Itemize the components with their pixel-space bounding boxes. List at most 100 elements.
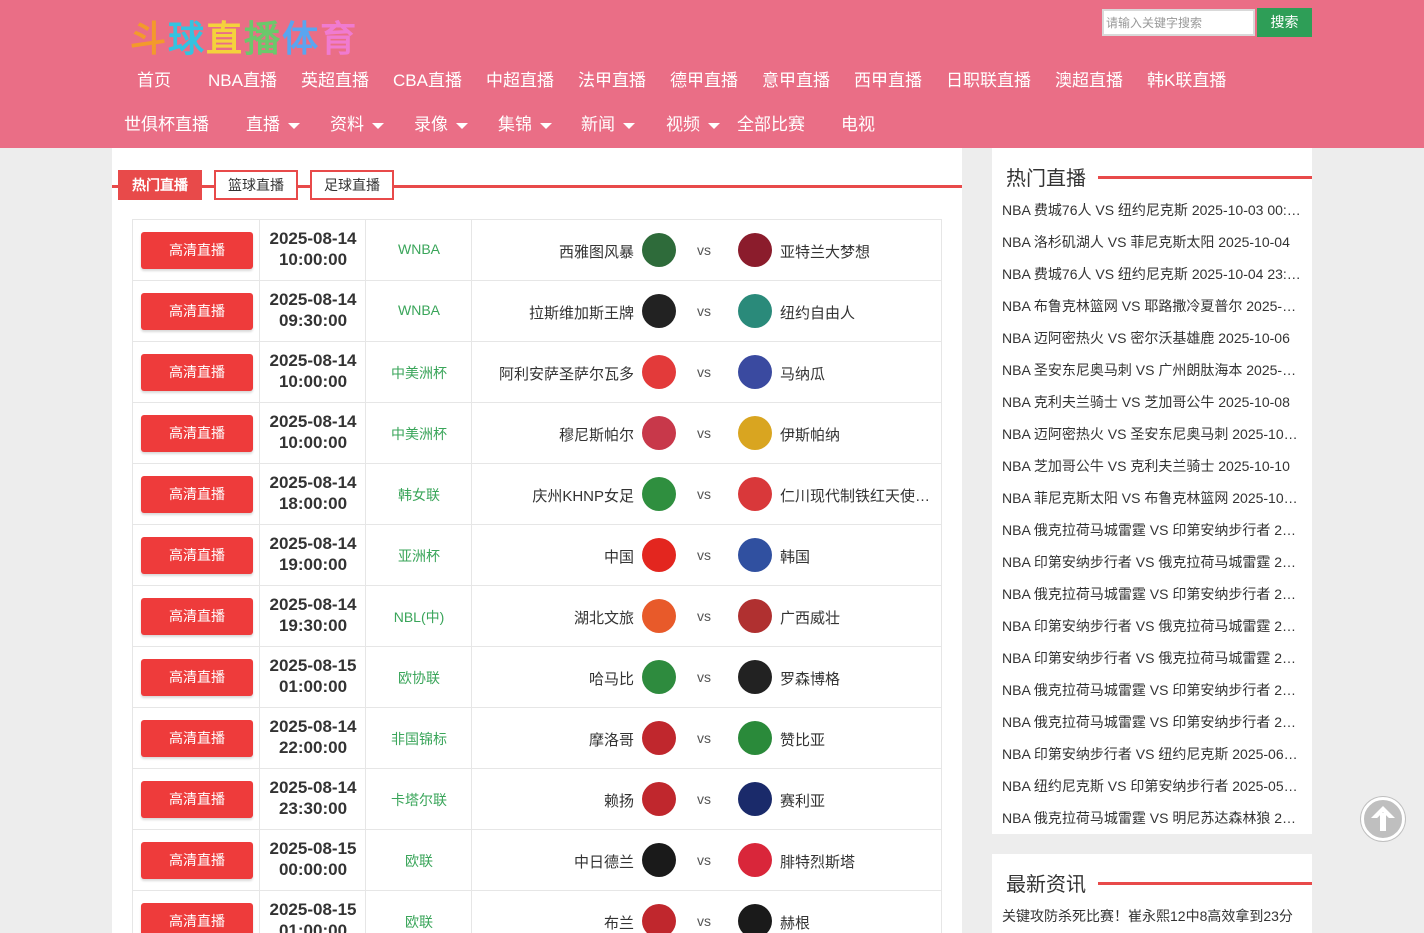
sidebar-hot-item[interactable]: NBA 芝加哥公牛 VS 克利夫兰骑士 2025-10-10 [1002, 456, 1302, 476]
nav-item-secondary[interactable]: 直播 [246, 110, 300, 140]
nav-item[interactable]: 法甲直播 [578, 66, 646, 96]
away-team-name[interactable]: 赞比亚 [780, 729, 935, 750]
sidebar-hot-item[interactable]: NBA 迈阿密热火 VS 圣安东尼奥马刺 2025-10-09 [1002, 424, 1302, 444]
nav-item[interactable]: 德甲直播 [670, 66, 738, 96]
nav-item[interactable]: 日职联直播 [946, 66, 1031, 96]
match-league[interactable]: WNBA [366, 241, 472, 257]
tab-hot-live[interactable]: 热门直播 [118, 170, 202, 200]
sidebar-hot-item[interactable]: NBA 费城76人 VS 纽约尼克斯 2025-10-03 00:00:00 [1002, 200, 1302, 220]
tab-basketball-live[interactable]: 篮球直播 [214, 170, 298, 200]
sidebar-hot-item[interactable]: NBA 迈阿密热火 VS 密尔沃基雄鹿 2025-10-06 [1002, 328, 1302, 348]
home-team-logo-icon [642, 538, 676, 572]
sidebar-hot-item[interactable]: NBA 印第安纳步行者 VS 俄克拉荷马城雷霆 2025-06 [1002, 648, 1302, 668]
match-button-cell: 高清直播 [133, 708, 260, 768]
sidebar-hot-item[interactable]: NBA 菲尼克斯太阳 VS 布鲁克林篮网 2025-10-11 [1002, 488, 1302, 508]
nav-item[interactable]: 澳超直播 [1055, 66, 1123, 96]
nav-item[interactable]: 韩K联直播 [1147, 66, 1226, 96]
search-button[interactable]: 搜索 [1257, 8, 1312, 37]
nav-item[interactable]: NBA直播 [208, 66, 277, 96]
match-league[interactable]: 欧联 [366, 851, 472, 871]
sidebar-hot-item[interactable]: NBA 费城76人 VS 纽约尼克斯 2025-10-04 23:00:00 [1002, 264, 1302, 284]
match-league[interactable]: 中美洲杯 [366, 363, 472, 383]
home-team-name[interactable]: 赖扬 [604, 790, 634, 811]
home-team-name[interactable]: 穆尼斯帕尔 [559, 424, 634, 445]
nav-item-secondary[interactable]: 集锦 [498, 110, 552, 140]
sidebar-hot-item[interactable]: NBA 俄克拉荷马城雷霆 VS 印第安纳步行者 2025-06 [1002, 584, 1302, 604]
match-league[interactable]: 欧协联 [366, 668, 472, 688]
away-team-name[interactable]: 伊斯帕纳 [780, 424, 935, 445]
hd-live-button[interactable]: 高清直播 [141, 720, 253, 757]
hd-live-button[interactable]: 高清直播 [141, 232, 253, 269]
match-league[interactable]: 亚洲杯 [366, 546, 472, 566]
away-team-name[interactable]: 罗森博格 [780, 668, 935, 689]
home-team-name[interactable]: 西雅图风暴 [559, 241, 634, 262]
hd-live-button[interactable]: 高清直播 [141, 354, 253, 391]
sidebar-hot-item[interactable]: NBA 克利夫兰骑士 VS 芝加哥公牛 2025-10-08 [1002, 392, 1302, 412]
home-team-name[interactable]: 庆州KHNP女足 [532, 485, 634, 506]
nav-item[interactable]: 英超直播 [301, 66, 369, 96]
hd-live-button[interactable]: 高清直播 [141, 293, 253, 330]
logo-char: 育 [320, 19, 359, 60]
sidebar-hot-item[interactable]: NBA 印第安纳步行者 VS 纽约尼克斯 2025-06-01 [1002, 744, 1302, 764]
nav-item-secondary[interactable]: 全部比赛 [737, 110, 805, 140]
hd-live-button[interactable]: 高清直播 [141, 781, 253, 818]
away-team-name[interactable]: 马纳瓜 [780, 363, 935, 384]
hd-live-button[interactable]: 高清直播 [141, 476, 253, 513]
sidebar-hot-item[interactable]: NBA 圣安东尼奥马刺 VS 广州朗肽海本 2025-10-07 [1002, 360, 1302, 380]
sidebar-hot-item[interactable]: NBA 俄克拉荷马城雷霆 VS 印第安纳步行者 2025-06 [1002, 712, 1302, 732]
tab-football-live[interactable]: 足球直播 [310, 170, 394, 200]
sidebar-hot-item[interactable]: NBA 洛杉矶湖人 VS 菲尼克斯太阳 2025-10-04 [1002, 232, 1302, 252]
sidebar-hot-item[interactable]: NBA 印第安纳步行者 VS 俄克拉荷马城雷霆 2025-06 [1002, 552, 1302, 572]
match-league[interactable]: 非国锦标 [366, 729, 472, 749]
hd-live-button[interactable]: 高清直播 [141, 598, 253, 635]
sidebar-hot-item[interactable]: NBA 俄克拉荷马城雷霆 VS 印第安纳步行者 2025-06 [1002, 520, 1302, 540]
nav-item-secondary[interactable]: 资料 [330, 110, 384, 140]
hd-live-button[interactable]: 高清直播 [141, 415, 253, 452]
nav-item[interactable]: 西甲直播 [854, 66, 922, 96]
hd-live-button[interactable]: 高清直播 [141, 537, 253, 574]
nav-item[interactable]: 中超直播 [486, 66, 554, 96]
nav-item[interactable]: 意甲直播 [762, 66, 830, 96]
sidebar-hot-item[interactable]: NBA 俄克拉荷马城雷霆 VS 印第安纳步行者 2025-06 [1002, 680, 1302, 700]
home-team-name[interactable]: 中日德兰 [574, 851, 634, 872]
home-team-name[interactable]: 摩洛哥 [589, 729, 634, 750]
hd-live-button[interactable]: 高清直播 [141, 659, 253, 696]
match-league[interactable]: 中美洲杯 [366, 424, 472, 444]
hd-live-button[interactable]: 高清直播 [141, 842, 253, 879]
sidebar-hot-item[interactable]: NBA 俄克拉荷马城雷霆 VS 明尼苏达森林狼 2025-05 [1002, 808, 1302, 828]
home-team-name[interactable]: 拉斯维加斯王牌 [529, 302, 634, 323]
nav-item-secondary[interactable]: 录像 [414, 110, 468, 140]
site-logo[interactable]: 斗球直播体育 [130, 10, 358, 60]
home-team-name[interactable]: 哈马比 [589, 668, 634, 689]
home-team-name[interactable]: 中国 [604, 546, 634, 567]
sidebar-news-item[interactable]: 关键攻防杀死比赛！崔永熙12中8高效拿到23分 [1002, 906, 1302, 926]
home-team-name[interactable]: 湖北文旅 [574, 607, 634, 628]
match-league[interactable]: 韩女联 [366, 485, 472, 505]
away-team-name[interactable]: 纽约自由人 [780, 302, 935, 323]
away-team-name[interactable]: 仁川现代制铁红天使女足 [780, 485, 935, 506]
nav-item-secondary[interactable]: 世俱杯直播 [124, 110, 209, 140]
sidebar-hot-item[interactable]: NBA 布鲁克林篮网 VS 耶路撒冷夏普尔 2025-10-05 [1002, 296, 1302, 316]
sidebar-hot-item[interactable]: NBA 纽约尼克斯 VS 印第安纳步行者 2025-05-30 [1002, 776, 1302, 796]
search-input[interactable]: 请输入关键字搜索 [1102, 9, 1255, 36]
away-team-name[interactable]: 亚特兰大梦想 [780, 241, 935, 262]
nav-item[interactable]: 首页 [137, 66, 171, 96]
nav-item-secondary[interactable]: 电视 [841, 110, 875, 140]
match-league[interactable]: NBL(中) [366, 607, 472, 627]
match-league[interactable]: 欧联 [366, 912, 472, 932]
hd-live-button[interactable]: 高清直播 [141, 903, 253, 933]
nav-item[interactable]: CBA直播 [393, 66, 462, 96]
away-team-name[interactable]: 赫根 [780, 912, 935, 933]
away-team-name[interactable]: 韩国 [780, 546, 935, 567]
match-league[interactable]: WNBA [366, 302, 472, 318]
nav-item-secondary[interactable]: 视频 [666, 110, 720, 140]
home-team-name[interactable]: 阿利安萨圣萨尔瓦多 [499, 363, 634, 384]
home-team-name[interactable]: 布兰 [604, 912, 634, 933]
back-to-top-button[interactable] [1361, 797, 1405, 841]
match-league[interactable]: 卡塔尔联 [366, 790, 472, 810]
away-team-name[interactable]: 广西威壮 [780, 607, 935, 628]
away-team-name[interactable]: 腓特烈斯塔 [780, 851, 935, 872]
sidebar-hot-item[interactable]: NBA 印第安纳步行者 VS 俄克拉荷马城雷霆 2025-06 [1002, 616, 1302, 636]
away-team-name[interactable]: 赛利亚 [780, 790, 935, 811]
nav-item-secondary[interactable]: 新闻 [581, 110, 635, 140]
